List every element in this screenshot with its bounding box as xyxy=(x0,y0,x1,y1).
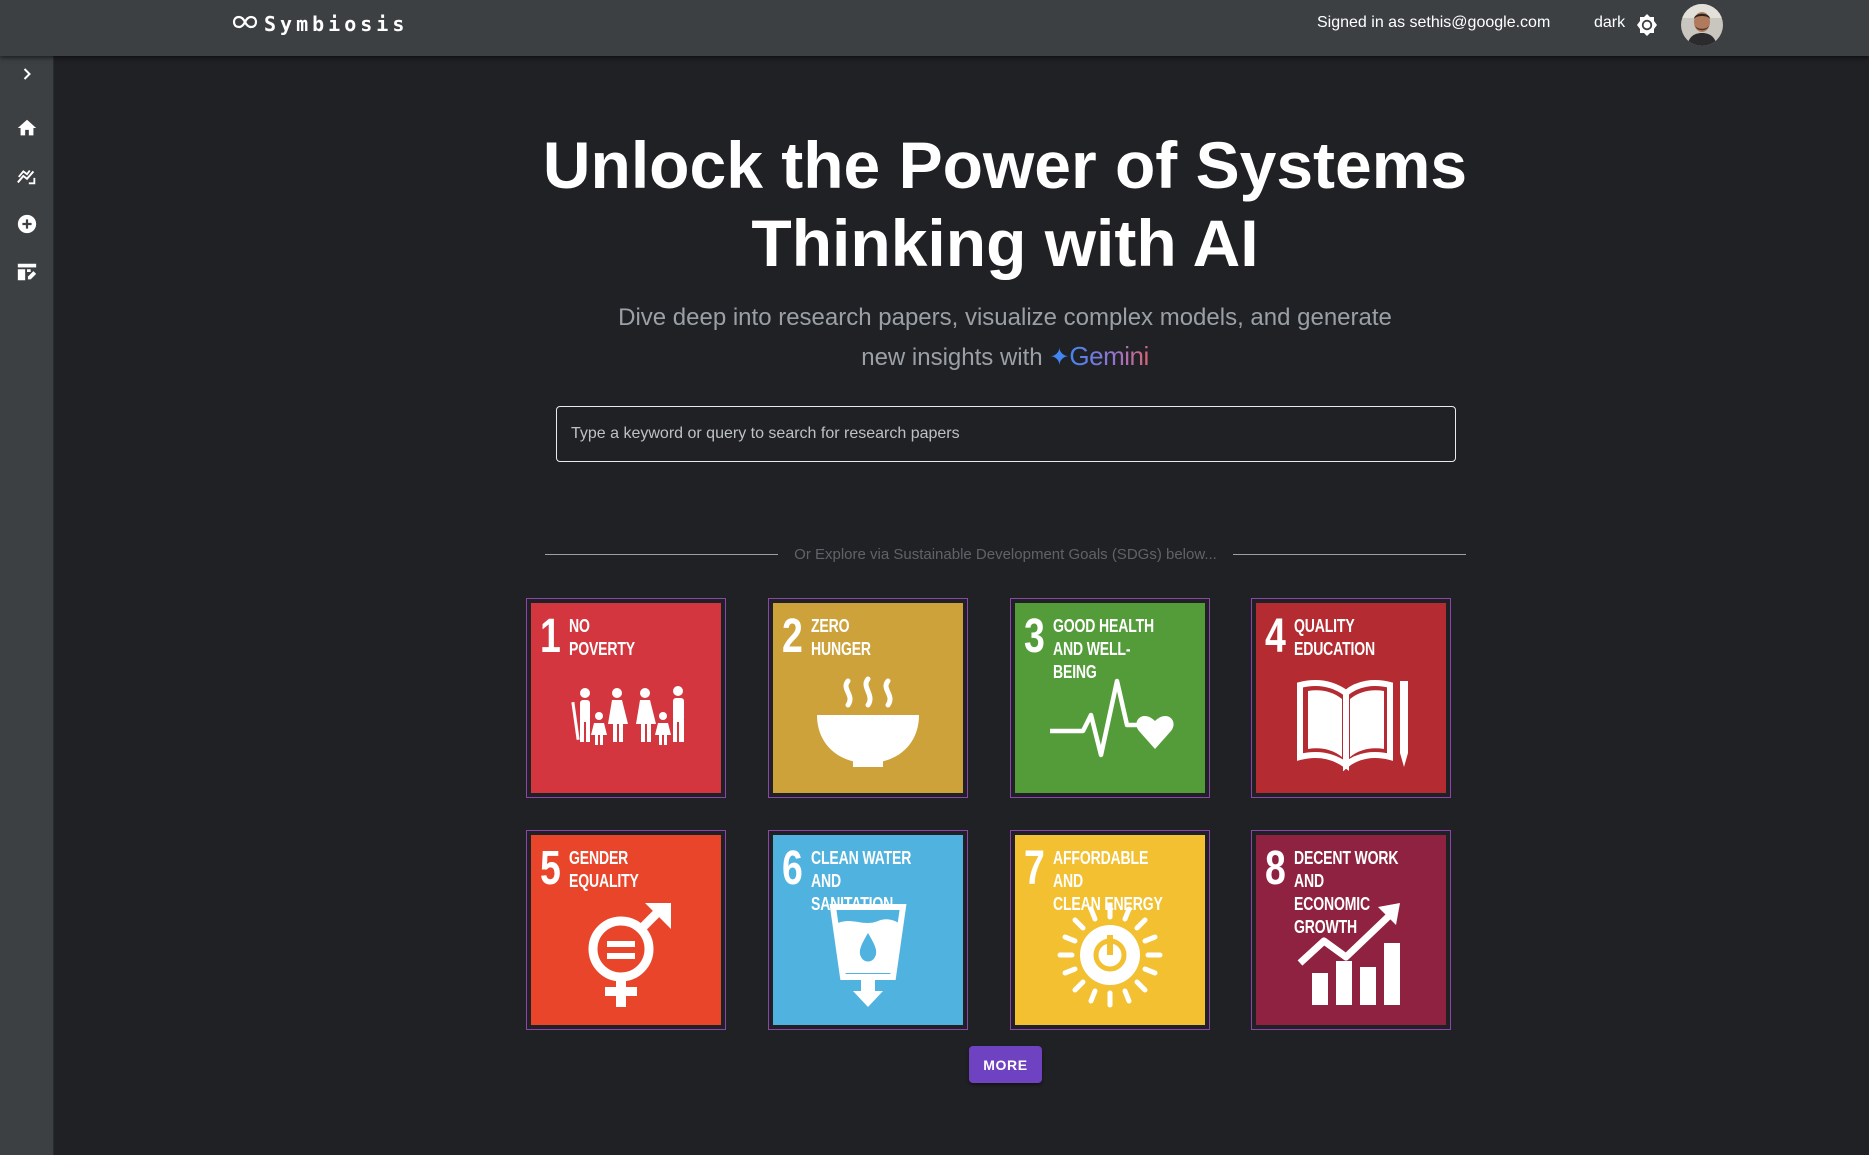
sdg-divider: Or Explore via Sustainable Development G… xyxy=(545,543,1467,565)
home-icon xyxy=(16,117,38,144)
sdg-tile: 6 Clean Water and Sanitation xyxy=(773,835,963,1025)
more-button[interactable]: MORE xyxy=(969,1046,1042,1083)
growth-chart-icon xyxy=(1297,903,1400,1005)
sdg-card-7[interactable]: 7 Affordable and Clean Energy xyxy=(1010,830,1210,1030)
avatar[interactable] xyxy=(1681,4,1723,46)
gemini-sparkle-icon: ✦ xyxy=(1049,344,1070,371)
hero-subtitle-text: Dive deep into research papers, visualiz… xyxy=(618,304,1392,371)
sdg-number: 8 xyxy=(1265,842,1286,895)
sdg-title: No Poverty xyxy=(569,616,636,659)
sdg-tile: 7 Affordable and Clean Energy xyxy=(1015,835,1205,1025)
sdg-tile: 8 Decent Work and Economic Growth xyxy=(1256,835,1446,1025)
sdg-title: Quality Education xyxy=(1294,616,1376,659)
search-input[interactable] xyxy=(556,406,1456,462)
top-bar: Symbiosis Signed in as sethis@google.com… xyxy=(0,0,1869,56)
sdg-number: 2 xyxy=(782,610,803,663)
sidebar-item-home[interactable] xyxy=(0,110,54,150)
divider-line-left xyxy=(545,553,779,555)
analytics-icon xyxy=(16,165,38,192)
gender-equality-icon xyxy=(588,903,671,1007)
sidebar-item-add[interactable] xyxy=(0,206,54,246)
sdg-tile: 5 Gender Equality xyxy=(531,835,721,1025)
sidebar xyxy=(0,56,54,1155)
heartbeat-icon xyxy=(1050,678,1174,758)
app-brand[interactable]: Symbiosis xyxy=(232,12,408,36)
bowl-icon xyxy=(817,676,919,767)
sdg-tile: 1 No Poverty xyxy=(531,603,721,793)
gemini-label: Gemini xyxy=(1069,341,1149,371)
sun-power-icon xyxy=(1057,903,1163,1008)
sdg-tile: 4 Quality Education xyxy=(1256,603,1446,793)
sidebar-expand-button[interactable] xyxy=(0,56,54,96)
book-icon xyxy=(1297,680,1408,772)
sdg-card-6[interactable]: 6 Clean Water and Sanitation xyxy=(768,830,968,1030)
sdg-number: 6 xyxy=(782,842,803,895)
theme-label: dark xyxy=(1594,14,1626,31)
sdg-tile: 3 Good Health and Well-Being xyxy=(1015,603,1205,793)
divider-text: Or Explore via Sustainable Development G… xyxy=(794,545,1217,563)
sdg-card-2[interactable]: 2 Zero Hunger xyxy=(768,598,968,798)
app-name: Symbiosis xyxy=(264,12,409,36)
water-glass-icon xyxy=(829,904,907,1007)
add-circle-icon xyxy=(16,213,38,240)
chevron-right-icon xyxy=(20,67,34,86)
sdg-title: Gender Equality xyxy=(569,848,639,891)
brightness-icon[interactable] xyxy=(1634,12,1660,38)
family-icon xyxy=(571,686,684,745)
divider-line-right xyxy=(1232,553,1467,555)
sdg-number: 5 xyxy=(540,842,561,895)
sdg-number: 3 xyxy=(1024,610,1045,663)
sdg-card-4[interactable]: 4 Quality Education xyxy=(1251,598,1451,798)
page-title: Unlock the Power of Systems Thinking wit… xyxy=(542,128,1468,280)
sdg-tile: 2 Zero Hunger xyxy=(773,603,963,793)
hero-subtitle: Dive deep into research papers, visualiz… xyxy=(600,298,1410,377)
infinity-icon xyxy=(232,15,258,34)
signed-in-text: Signed in as sethis@google.com xyxy=(1317,14,1551,31)
sdg-card-8[interactable]: 8 Decent Work and Economic Growth xyxy=(1251,830,1451,1030)
sdg-card-5[interactable]: 5 Gender Equality xyxy=(526,830,726,1030)
sidebar-item-dashboard[interactable] xyxy=(0,254,54,294)
sdg-number: 1 xyxy=(540,610,561,663)
dashboard-edit-icon xyxy=(16,261,38,288)
sdg-card-1[interactable]: 1 No Poverty xyxy=(526,598,726,798)
sdg-card-3[interactable]: 3 Good Health and Well-Being xyxy=(1010,598,1210,798)
sdg-number: 4 xyxy=(1265,610,1286,663)
sdg-title: Zero Hunger xyxy=(811,616,871,659)
sidebar-item-analytics[interactable] xyxy=(0,158,54,198)
sdg-number: 7 xyxy=(1024,842,1045,895)
